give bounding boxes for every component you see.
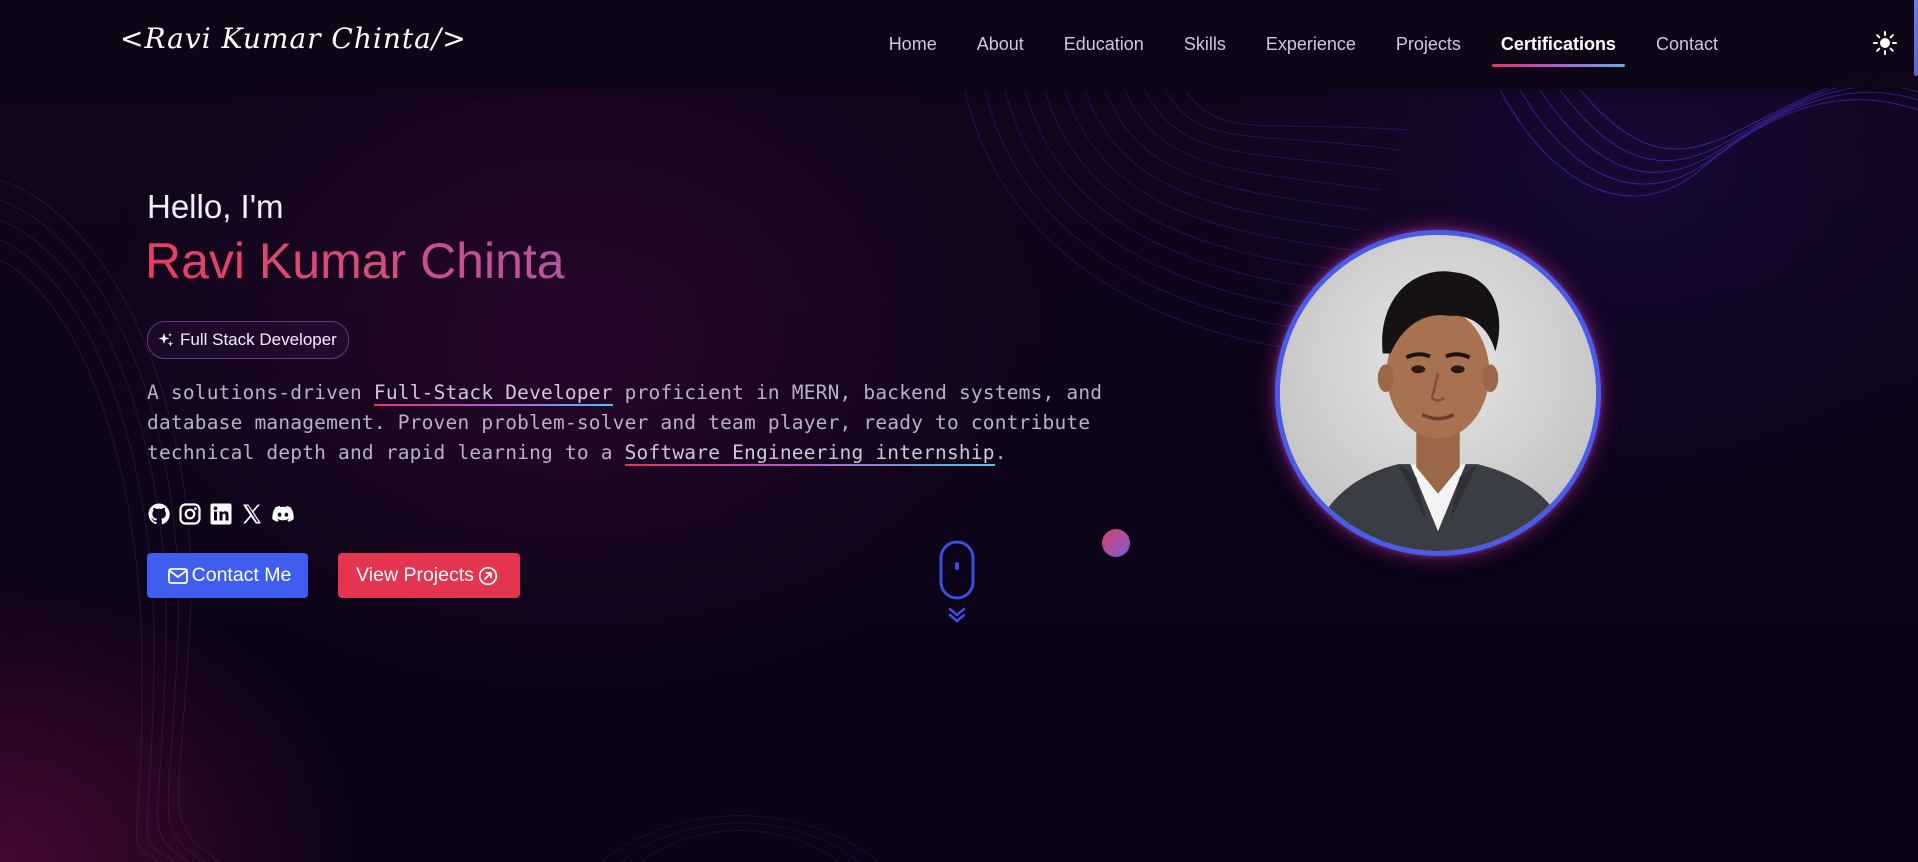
- contact-me-button[interactable]: Contact Me: [147, 553, 308, 598]
- hero-greeting: Hello, I'm: [147, 188, 284, 225]
- nav-item-education[interactable]: Education: [1064, 34, 1144, 55]
- nav-item-contact[interactable]: Contact: [1656, 34, 1718, 55]
- profile-portrait-image: [1280, 235, 1596, 551]
- nav-item-about[interactable]: About: [977, 34, 1024, 55]
- arrow-up-right-circle-icon: [478, 566, 498, 585]
- theme-toggle-button[interactable]: [1870, 28, 1900, 58]
- sun-icon: [1873, 31, 1897, 55]
- nav-item-certifications-label: Certifications: [1500, 33, 1616, 54]
- nav-item-projects[interactable]: Projects: [1396, 34, 1461, 55]
- nav-item-experience[interactable]: Experience: [1266, 34, 1356, 55]
- envelope-icon: [167, 567, 188, 584]
- top-navbar: <Ravi Kumar Chinta/> Home About Educatio…: [0, 0, 1918, 88]
- highlight-full-stack-developer: Full-Stack Developer: [373, 378, 613, 408]
- instagram-icon[interactable]: [178, 502, 202, 526]
- active-nav-underline: [1491, 63, 1625, 67]
- nav-item-skills[interactable]: Skills: [1184, 34, 1226, 55]
- site-logo[interactable]: <Ravi Kumar Chinta/>: [120, 22, 467, 55]
- decorative-gradient-dot: [1102, 529, 1130, 557]
- nav-links: Home About Education Skills Experience P…: [869, 0, 1738, 88]
- role-badge: Full Stack Developer: [147, 321, 349, 359]
- view-projects-label: View Projects: [356, 564, 474, 586]
- chevron-down-double-icon: [948, 607, 966, 623]
- contact-me-label: Contact Me: [191, 564, 292, 586]
- scroll-indicator-bar: [1914, 0, 1918, 76]
- hero-description: A solutions-driven Full-Stack Developer …: [147, 378, 1107, 468]
- github-icon[interactable]: [147, 502, 171, 526]
- nav-item-home[interactable]: Home: [889, 34, 937, 55]
- profile-photo: [1275, 230, 1601, 556]
- hero-name: Ravi Kumar Chinta: [145, 233, 565, 289]
- view-projects-button[interactable]: View Projects: [338, 553, 520, 598]
- scroll-down-mouse-icon[interactable]: [939, 540, 975, 604]
- sparkles-icon: [158, 333, 174, 347]
- x-icon[interactable]: [240, 502, 264, 526]
- role-badge-label: Full Stack Developer: [180, 330, 337, 349]
- highlight-software-engineering-internship: Software Engineering internship: [624, 438, 995, 468]
- description-text-3: .: [994, 441, 1007, 464]
- description-text-1: A solutions-driven: [147, 381, 374, 404]
- nav-item-certifications[interactable]: Certifications: [1491, 33, 1625, 67]
- linkedin-icon[interactable]: [209, 502, 233, 526]
- social-links: [147, 502, 302, 526]
- discord-icon[interactable]: [271, 502, 295, 526]
